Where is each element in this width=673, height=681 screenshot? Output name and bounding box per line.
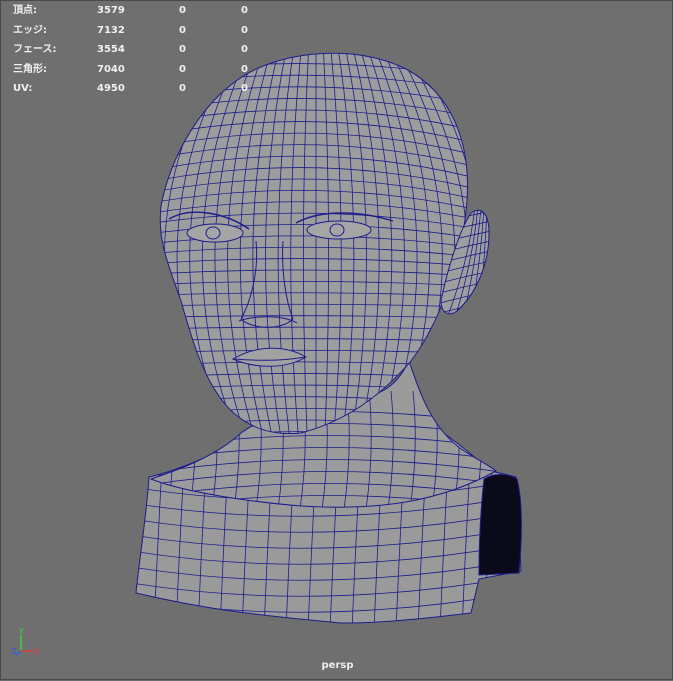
hud-total: 3579 [97,5,125,16]
hud-label: フェース: [13,44,57,55]
mesh-edge [136,430,143,623]
hud-extra: 0 [241,5,248,16]
hud-extra: 0 [241,63,248,75]
hud-row-faces: フェース: 3554 0 0 [13,40,263,60]
poly-count-hud: 頂点: 3579 0 0 エッジ: 7132 0 0 フェース: 3554 0 … [13,1,263,99]
hud-total: 7132 [97,24,125,36]
axis-x-label: X [34,647,40,656]
hud-selected: 0 [179,5,186,16]
hud-total: 4950 [97,83,125,94]
hud-row-vertices: 頂点: 3579 0 0 [13,1,263,21]
perspective-viewport[interactable]: 頂点: 3579 0 0 エッジ: 7132 0 0 フェース: 3554 0 … [0,0,673,680]
axis-y-label: Y [18,627,24,636]
head-mesh-model[interactable] [1,1,673,681]
hud-row-uvs: UV: 4950 0 0 [13,79,263,99]
axis-z-line [15,650,22,656]
hud-selected: 0 [179,44,186,55]
hud-label: エッジ: [13,24,47,36]
hud-total: 7040 [97,63,125,75]
hud-total: 3554 [97,44,125,55]
hud-label: UV: [13,83,33,94]
head-surface [159,52,468,435]
hud-label: 三角形: [13,63,47,75]
hud-selected: 0 [179,63,186,75]
axis-z-label: Z [11,647,17,656]
hud-extra: 0 [241,44,248,55]
hud-label: 頂点: [13,5,37,16]
hud-row-triangles: 三角形: 7040 0 0 [13,60,263,80]
hud-extra: 0 [241,83,248,94]
hud-selected: 0 [179,83,186,94]
hud-extra: 0 [241,24,248,36]
camera-name-label: persp [321,660,354,671]
axis-gizmo-icon: Y X Z [11,627,40,656]
hud-row-edges: エッジ: 7132 0 0 [13,21,263,41]
hud-selected: 0 [179,24,186,36]
